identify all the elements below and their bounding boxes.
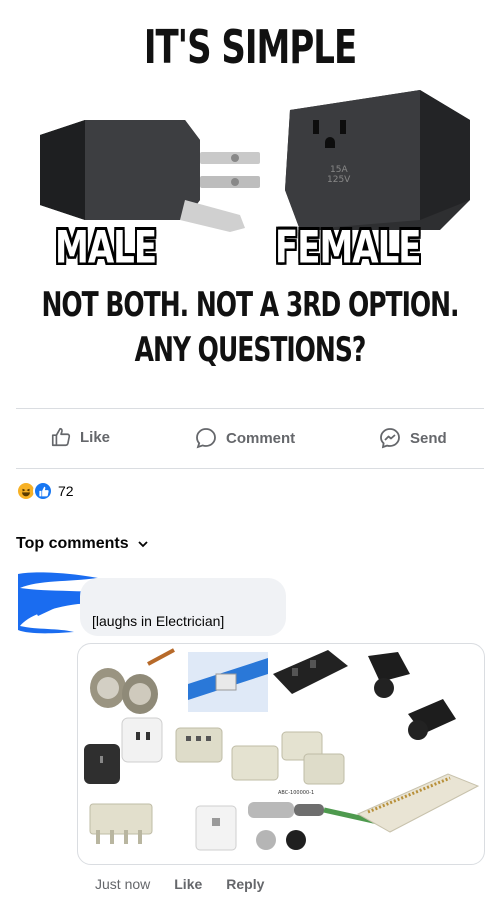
comment-timestamp: Just now xyxy=(95,876,151,892)
svg-text:ABC-100000-1: ABC-100000-1 xyxy=(278,790,314,796)
plug-illustration: 15A 125V xyxy=(40,90,470,232)
send-label: Send xyxy=(410,429,447,447)
comment-button[interactable]: Comment xyxy=(194,426,295,450)
connectors-collage: ABC-100000-1 xyxy=(84,648,480,851)
comment-like-button[interactable]: Like xyxy=(174,876,202,892)
svg-text:15A: 15A xyxy=(330,165,348,175)
post-image[interactable]: IT'S SIMPLE 15A 125V MALE FEMALE NOT BOT… xyxy=(0,0,500,400)
divider xyxy=(16,408,484,409)
svg-text:125V: 125V xyxy=(327,175,351,185)
comment-actions: Just now Like Reply xyxy=(95,876,264,892)
chevron-down-icon xyxy=(137,541,148,548)
post-action-bar: Like Comment Send xyxy=(0,420,500,460)
comment-bubble-icon xyxy=(196,428,216,449)
comment-text: [laughs in Electrician] xyxy=(92,613,225,629)
reaction-summary[interactable]: 72 xyxy=(16,481,74,501)
comment-label: Comment xyxy=(226,429,296,447)
comment-attached-image[interactable]: ABC-100000-1 xyxy=(77,643,485,865)
comment-sort-dropdown[interactable]: Top comments xyxy=(16,535,149,553)
meme-line-2: ANY QUESTIONS? xyxy=(134,329,367,370)
female-plug-icon: 15A 125V xyxy=(285,90,470,230)
reaction-count: 72 xyxy=(58,483,74,499)
comment-reply-button[interactable]: Reply xyxy=(226,876,264,892)
meme-title: IT'S SIMPLE xyxy=(143,21,357,75)
send-button[interactable]: Send xyxy=(378,426,447,450)
thumbs-up-icon xyxy=(51,427,71,447)
meme-line-1: NOT BOTH. NOT A 3RD OPTION. xyxy=(41,284,459,325)
female-label: FEMALE xyxy=(275,222,421,274)
comment-sort-label: Top comments xyxy=(16,535,129,552)
male-plug-icon xyxy=(40,120,260,232)
messenger-icon xyxy=(380,428,400,449)
divider xyxy=(16,468,484,469)
male-label: MALE xyxy=(55,222,157,274)
like-reaction-icon xyxy=(33,481,53,501)
like-button[interactable]: Like xyxy=(50,426,110,448)
like-label: Like xyxy=(80,428,111,446)
